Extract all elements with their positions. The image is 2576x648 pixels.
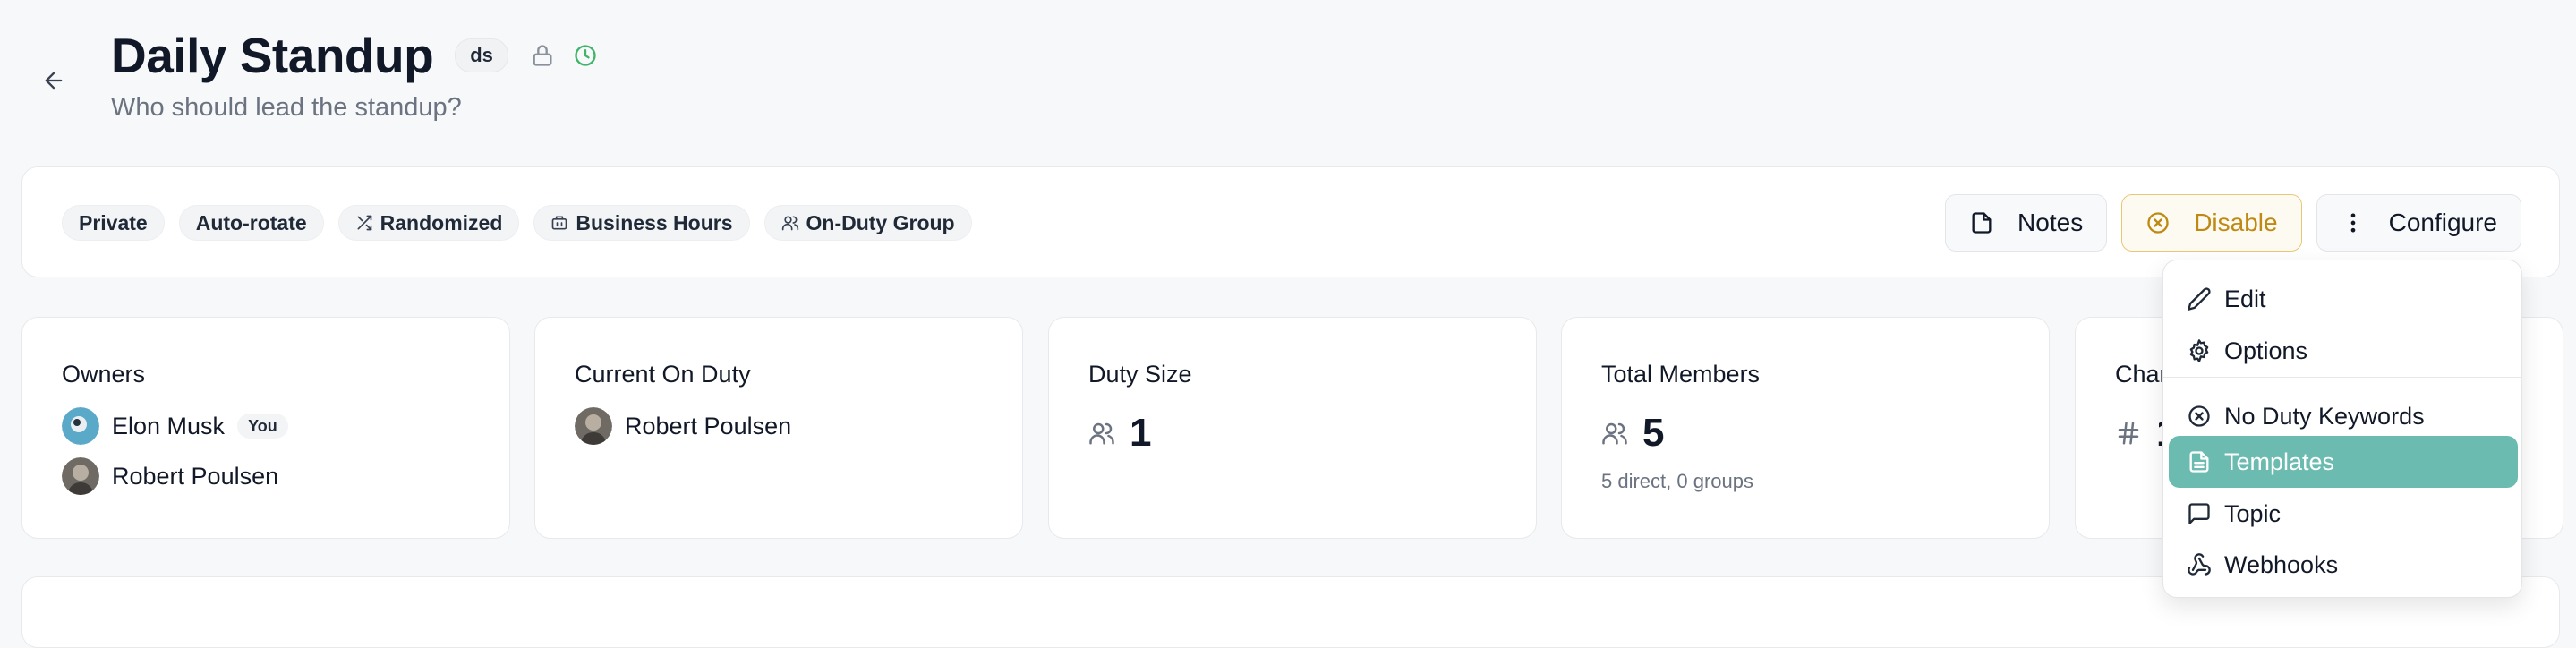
- file-text-icon: [2189, 451, 2209, 473]
- avatar: [62, 407, 99, 445]
- avatar: [575, 407, 612, 445]
- total-members-breakdown: 5 direct, 0 groups: [1601, 470, 1753, 492]
- on-duty-person: Robert Poulsen: [575, 407, 791, 445]
- back-button[interactable]: [36, 63, 72, 98]
- menu-item-no-duty-keywords[interactable]: No Duty Keywords: [2169, 390, 2518, 442]
- message-square-icon: [2188, 503, 2210, 524]
- menu-item-templates[interactable]: Templates: [2169, 436, 2518, 488]
- owners-card: Owners Elon Musk You Robert Poulsen: [21, 317, 510, 539]
- users-icon: [1602, 422, 1627, 445]
- x-circle-icon: [2147, 212, 2169, 234]
- owner-name: Robert Poulsen: [112, 462, 279, 490]
- hash-icon: [2118, 422, 2139, 445]
- disable-button[interactable]: Disable: [2121, 194, 2302, 252]
- menu-divider: [2163, 377, 2521, 378]
- users-icon: [1089, 422, 1114, 445]
- notes-button[interactable]: Notes: [1945, 194, 2108, 252]
- action-buttons: Notes Disable Configure: [1945, 194, 2521, 252]
- card-title: Total Members: [1601, 361, 1761, 388]
- tag-business-hours: Business Hours: [533, 205, 750, 241]
- avatar: [62, 457, 99, 495]
- clock-icon: [573, 43, 598, 68]
- menu-item-options[interactable]: Options: [2169, 325, 2518, 377]
- tag-list: Private Auto-rotate Randomized Business …: [62, 205, 972, 241]
- total-members-value: 5: [1642, 411, 1665, 455]
- stat-row: 5: [1601, 411, 1664, 456]
- card-title: Duty Size: [1088, 361, 1192, 388]
- slug-badge: ds: [455, 38, 508, 72]
- duty-size-value: 1: [1130, 411, 1152, 455]
- total-members-card: Total Members 5 5 direct, 0 groups: [1561, 317, 2050, 539]
- menu-item-edit[interactable]: Edit: [2169, 273, 2518, 325]
- tag-private: Private: [62, 205, 165, 241]
- tag-randomized: Randomized: [337, 205, 520, 241]
- card-title: Char: [2115, 361, 2168, 388]
- pencil-icon: [2188, 287, 2211, 311]
- tag-on-duty-group: On-Duty Group: [763, 205, 972, 241]
- file-icon: [1972, 212, 1992, 234]
- tag-auto-rotate: Auto-rotate: [178, 205, 324, 241]
- x-circle-icon: [2188, 405, 2210, 427]
- card-title: Current On Duty: [575, 361, 751, 388]
- owner-item: Robert Poulsen: [62, 457, 278, 495]
- duty-size-card: Duty Size 1: [1048, 317, 1537, 539]
- on-duty-name: Robert Poulsen: [625, 412, 792, 439]
- page-title: Daily Standup: [111, 28, 434, 83]
- card-title: Owners: [62, 361, 146, 388]
- you-badge: You: [237, 414, 288, 439]
- stat-row: 1: [1088, 411, 1151, 456]
- webhook-icon: [2188, 553, 2211, 576]
- users-icon: [781, 216, 798, 231]
- owner-name: Elon Musk: [112, 412, 226, 439]
- configure-menu: Edit Options No Duty Keywords Templates …: [2162, 260, 2522, 598]
- configure-button[interactable]: Configure: [2316, 194, 2521, 252]
- menu-item-topic[interactable]: Topic: [2169, 488, 2518, 540]
- arrow-left-icon: [45, 72, 63, 90]
- gear-icon: [2189, 339, 2209, 362]
- more-vertical-icon: [2350, 213, 2355, 233]
- shuffle-icon: [357, 215, 371, 231]
- menu-item-webhooks[interactable]: Webhooks: [2169, 539, 2518, 591]
- lock-icon: [530, 43, 555, 68]
- owner-item: Elon Musk You: [62, 407, 288, 445]
- building-icon: [552, 216, 567, 230]
- page-subtitle: Who should lead the standup?: [111, 93, 462, 122]
- on-duty-card: Current On Duty Robert Poulsen: [534, 317, 1023, 539]
